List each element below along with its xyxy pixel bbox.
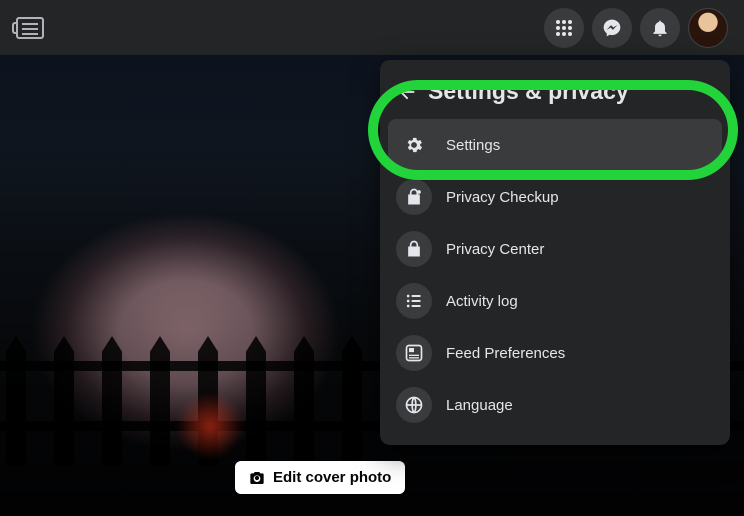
edit-cover-label: Edit cover photo <box>273 469 391 486</box>
globe-icon <box>396 387 432 423</box>
menu-item-privacy-checkup[interactable]: Privacy Checkup <box>388 171 722 223</box>
menu-item-label: Language <box>446 397 513 414</box>
messenger-button[interactable] <box>592 8 632 48</box>
top-bar <box>0 0 744 56</box>
menu-item-label: Feed Preferences <box>446 345 565 362</box>
settings-privacy-panel: Settings & privacy Settings Privacy Chec… <box>380 60 730 445</box>
notifications-button[interactable] <box>640 8 680 48</box>
menu-item-activity-log[interactable]: Activity log <box>388 275 722 327</box>
panel-header: Settings & privacy <box>388 74 722 119</box>
edit-cover-button[interactable]: Edit cover photo <box>235 461 405 494</box>
feed-icon <box>396 335 432 371</box>
news-feed-icon[interactable] <box>16 17 44 39</box>
grid-icon <box>555 19 573 37</box>
messenger-icon <box>602 18 622 38</box>
menu-item-language[interactable]: Language <box>388 379 722 431</box>
menu-item-feed-preferences[interactable]: Feed Preferences <box>388 327 722 379</box>
camera-icon <box>249 470 265 486</box>
gear-icon <box>396 127 432 163</box>
lock-shine-icon <box>396 179 432 215</box>
bell-icon <box>650 18 670 38</box>
menu-item-label: Settings <box>446 137 500 154</box>
lock-icon <box>396 231 432 267</box>
menu-item-label: Activity log <box>446 293 518 310</box>
cover-decor-glow <box>175 391 245 461</box>
back-arrow-icon[interactable] <box>396 81 418 103</box>
top-bar-right <box>544 8 728 48</box>
list-icon <box>396 283 432 319</box>
menu-item-privacy-center[interactable]: Privacy Center <box>388 223 722 275</box>
avatar[interactable] <box>688 8 728 48</box>
panel-title: Settings & privacy <box>428 78 629 105</box>
menu-item-settings[interactable]: Settings <box>388 119 722 171</box>
menu-item-label: Privacy Checkup <box>446 189 559 206</box>
menu-item-label: Privacy Center <box>446 241 544 258</box>
top-bar-left <box>16 17 44 39</box>
menu-grid-button[interactable] <box>544 8 584 48</box>
